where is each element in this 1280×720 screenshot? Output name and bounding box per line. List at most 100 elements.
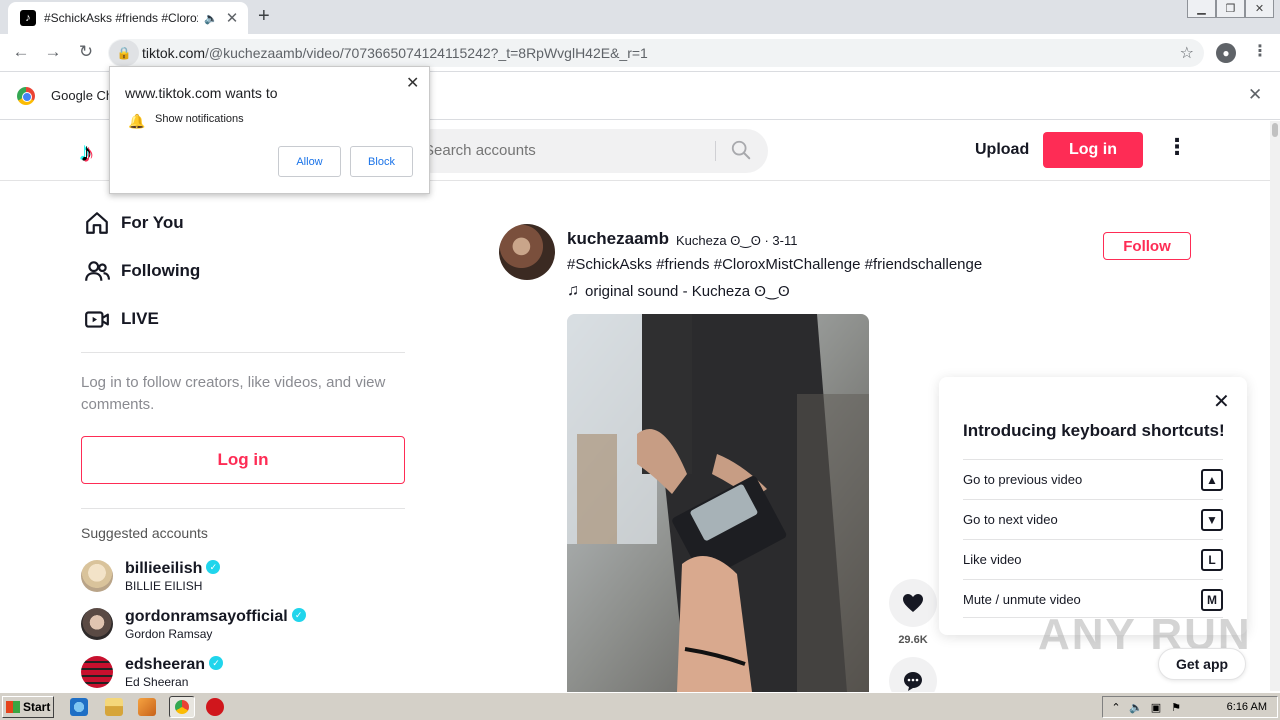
upload-link[interactable]: Upload xyxy=(975,141,1029,159)
arrow-down-key-icon: ▼ xyxy=(1201,508,1223,531)
lock-icon[interactable]: 🔒 xyxy=(109,40,139,66)
window-controls: ▁ ❐ ✕ xyxy=(1187,0,1274,18)
nav-for-you[interactable]: For You xyxy=(84,208,184,238)
nav-label: For You xyxy=(121,213,184,232)
shortcut-label: Like video xyxy=(963,552,1022,567)
permission-item: Show notifications xyxy=(155,113,244,125)
internet-explorer-icon[interactable] xyxy=(70,698,88,716)
verified-badge-icon: ✓ xyxy=(206,560,221,574)
comment-icon xyxy=(904,672,922,691)
keyboard-shortcuts-panel: ✕ Introducing keyboard shortcuts! Go to … xyxy=(939,377,1247,635)
windows-logo-icon xyxy=(6,701,20,713)
volume-icon[interactable]: 🔈 xyxy=(1129,701,1143,714)
shortcut-row: Go to previous video ▲ xyxy=(963,459,1223,499)
start-button[interactable]: Start xyxy=(2,696,54,718)
minimize-button[interactable]: ▁ xyxy=(1187,0,1216,18)
address-bar[interactable]: 🔒 tiktok.com/@kuchezaamb/video/707366507… xyxy=(108,39,1204,67)
allow-button[interactable]: Allow xyxy=(278,146,341,177)
shortcut-row: Go to next video ▼ xyxy=(963,499,1223,539)
sidebar-divider xyxy=(81,352,405,353)
tab-title: #SchickAsks #friends #CloroxMistChalleng… xyxy=(44,11,198,25)
verified-badge-icon: ✓ xyxy=(291,608,306,622)
system-tray: ⌃ 🔈 ▣ ⚑ 6:16 AM xyxy=(1102,696,1278,718)
bookmark-star-icon[interactable]: ☆ xyxy=(1180,43,1194,63)
shortcut-row: Like video L xyxy=(963,539,1223,579)
avatar xyxy=(81,608,113,640)
shortcut-label: Go to previous video xyxy=(963,472,1083,487)
info-bar-text: Google Ch xyxy=(51,88,114,103)
permission-title: www.tiktok.com wants to xyxy=(125,85,278,101)
windows-taskbar: Start ⌃ 🔈 ▣ ⚑ 6:16 AM xyxy=(0,692,1280,720)
more-options-icon[interactable]: ⋮ xyxy=(1166,136,1188,158)
clock: 6:16 AM xyxy=(1226,701,1267,713)
nav-label: LIVE xyxy=(121,309,159,328)
nav-live[interactable]: LIVE xyxy=(84,304,159,334)
new-tab-button[interactable]: + xyxy=(258,5,270,28)
browser-tab[interactable]: ♪ #SchickAsks #friends #CloroxMistChalle… xyxy=(8,2,248,34)
url-path: /@kuchezaamb/video/7073665074124115242?_… xyxy=(205,45,648,61)
url-text[interactable]: tiktok.com/@kuchezaamb/video/70736650741… xyxy=(142,45,648,61)
post-caption[interactable]: #SchickAsks #friends #CloroxMistChalleng… xyxy=(567,256,982,273)
post-author-avatar[interactable] xyxy=(499,224,555,280)
video-player[interactable] xyxy=(567,314,869,692)
sidebar-login-button[interactable]: Log in xyxy=(81,436,405,484)
users-icon xyxy=(85,261,110,281)
scrollbar-thumb[interactable] xyxy=(1272,123,1278,137)
browser-menu-icon[interactable]: ⋮ xyxy=(1252,41,1268,61)
search-box xyxy=(410,129,768,173)
search-input[interactable] xyxy=(424,142,704,159)
m-key-icon: M xyxy=(1201,588,1223,611)
avatar xyxy=(81,656,113,688)
chrome-taskbar-button[interactable] xyxy=(169,696,195,718)
search-icon[interactable] xyxy=(730,139,752,161)
heart-icon xyxy=(903,594,923,612)
chrome-logo-icon xyxy=(17,87,35,105)
shortcuts-close-icon[interactable]: ✕ xyxy=(1213,389,1230,414)
forward-button[interactable]: → xyxy=(42,42,64,62)
page-scrollbar[interactable] xyxy=(1270,121,1280,691)
post-music[interactable]: ♫ original sound - Kucheza ʘ‿ʘ xyxy=(567,282,790,300)
account-nickname: BILLIE EILISH xyxy=(125,579,203,593)
l-key-icon: L xyxy=(1201,548,1223,571)
back-button[interactable]: ← xyxy=(10,42,32,62)
tiktok-favicon-icon: ♪ xyxy=(20,10,36,26)
nav-label: Following xyxy=(121,261,201,280)
tiktok-logo-icon[interactable]: ♪ xyxy=(80,137,93,168)
header-login-button[interactable]: Log in xyxy=(1043,132,1143,168)
permission-close-icon[interactable]: ✕ xyxy=(406,73,419,93)
username-text: edsheeran xyxy=(125,656,206,673)
media-player-icon[interactable] xyxy=(138,698,156,716)
chrome-icon xyxy=(175,700,189,714)
url-host: tiktok.com xyxy=(142,45,206,61)
like-button[interactable] xyxy=(889,579,937,627)
block-button[interactable]: Block xyxy=(350,146,413,177)
security-icon[interactable]: ⚑ xyxy=(1169,701,1183,714)
follow-button[interactable]: Follow xyxy=(1103,232,1191,260)
login-prompt-text: Log in to follow creators, like videos, … xyxy=(81,374,386,413)
tab-close-icon[interactable]: ✕ xyxy=(224,9,240,27)
profile-avatar-icon[interactable]: ● xyxy=(1216,43,1236,63)
verified-badge-icon: ✓ xyxy=(209,656,224,670)
arrow-up-key-icon: ▲ xyxy=(1201,468,1223,491)
post-author-nickname-date: Kucheza ʘ‿ʘ · 3-11 xyxy=(676,233,798,248)
account-username: billieeilish ✓ xyxy=(125,560,221,578)
info-bar-close-icon[interactable]: ✕ xyxy=(1248,85,1262,105)
folder-icon[interactable] xyxy=(105,698,123,716)
bell-icon: 🔔 xyxy=(128,113,146,129)
search-divider xyxy=(715,141,716,161)
shield-alert-icon[interactable] xyxy=(206,698,224,716)
post-author-username[interactable]: kuchezaamb xyxy=(567,229,669,249)
music-title: original sound - Kucheza ʘ‿ʘ xyxy=(585,283,790,300)
username-text: billieeilish xyxy=(125,560,203,577)
close-window-button[interactable]: ✕ xyxy=(1245,0,1274,18)
get-app-button[interactable]: Get app xyxy=(1158,648,1246,680)
restore-button[interactable]: ❐ xyxy=(1216,0,1245,18)
username-text: gordonramsayofficial xyxy=(125,608,288,625)
account-username: gordonramsayofficial ✓ xyxy=(125,608,306,626)
audio-playing-icon[interactable]: 🔈 xyxy=(204,12,218,25)
reload-button[interactable]: ↻ xyxy=(75,42,97,62)
network-icon[interactable]: ▣ xyxy=(1149,701,1163,714)
nav-following[interactable]: Following xyxy=(84,256,200,286)
tray-expand-icon[interactable]: ⌃ xyxy=(1109,701,1123,714)
browser-tab-strip: ♪ #SchickAsks #friends #CloroxMistChalle… xyxy=(0,0,1280,34)
